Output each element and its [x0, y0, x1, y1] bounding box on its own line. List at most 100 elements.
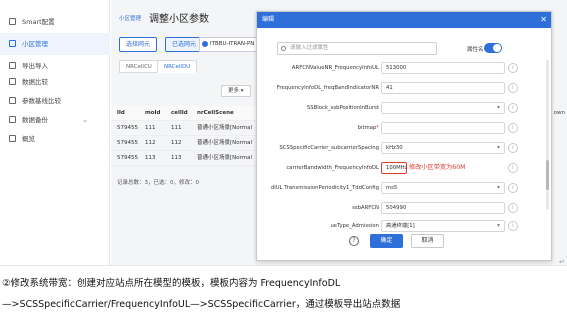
field-label: dlUL TransmissionPeriodicity1_TddConfig [270, 185, 379, 191]
field-label: ssbARFCN [352, 205, 379, 211]
field-row: dlUL TransmissionPeriodicity1_TddConfig … [257, 178, 551, 198]
table-cell: 普通小区场景[Normal [197, 155, 253, 161]
compare-icon [9, 78, 16, 85]
backup-icon [9, 116, 16, 123]
selected-ne-button[interactable]: 已选网元 [165, 37, 204, 52]
filter-input-placeholder: 请输入过滤属性 [290, 45, 329, 51]
table-header: lId moId cellId nrCellScene [111, 106, 271, 121]
field-input[interactable]: 41 [381, 82, 505, 94]
cancel-button[interactable]: 取消 [411, 234, 444, 248]
dialog-scrollbar[interactable] [546, 60, 549, 210]
sidebar-item-label: 概览 [22, 135, 35, 143]
ok-button[interactable]: 确定 [370, 234, 403, 248]
sidebar-item-cell-management[interactable]: 小区管理 [0, 33, 110, 55]
field-label: ueType_Admission [330, 223, 379, 229]
tab-nrcellcu[interactable]: NRCellCU [119, 60, 159, 73]
help-icon[interactable]: ? [349, 236, 359, 246]
table-footer-summary: 记录总数：3，已选：0，修改：0 [117, 180, 199, 186]
info-icon[interactable]: i [508, 163, 518, 173]
sidebar-item-label: 导出导入 [22, 62, 48, 70]
filter-input[interactable]: 请输入过滤属性 [277, 42, 437, 55]
info-icon[interactable]: i [508, 143, 518, 153]
field-input[interactable] [381, 122, 505, 134]
field-row: FrequencyInfoDL_freqBandIndicatorNR 41 i [257, 78, 551, 98]
field-select[interactable]: 高通终端[1] [381, 220, 505, 232]
field-row: ssbARFCN 504990 i [257, 198, 551, 218]
field-row-highlighted: carrierBandwidth_FrequencyInfoDL 100MHz[… [257, 158, 551, 178]
table-cell: 112 [145, 140, 156, 146]
field-row: SCSSpecificCarrier_subcarrierSpacing kHz… [257, 138, 551, 158]
dialog-title: 编辑 [262, 16, 275, 23]
table-row[interactable]: 579455 112 112 普通小区场景[Normal [111, 136, 271, 151]
field-row: ueType_Admission 高通终端[1] i [257, 216, 551, 236]
table-cell: 579455 [117, 125, 138, 131]
select-ne-button[interactable]: 选择网元 [119, 37, 158, 52]
field-row: SSBlock_ssbPositionInBurst i [257, 98, 551, 118]
info-icon[interactable]: i [508, 221, 518, 231]
dialog-header: 编辑 ✕ [257, 12, 551, 28]
field-input[interactable]: 504990 [381, 202, 505, 214]
field-input[interactable]: 513000 [381, 62, 505, 74]
field-label-text: bitmap [357, 125, 377, 131]
sort-by-name-toggle[interactable] [484, 43, 502, 53]
breadcrumb[interactable]: 小区管理 [119, 14, 141, 22]
chevron-down-icon: ▾ [240, 88, 244, 94]
field-label: carrierBandwidth_FrequencyInfoDL [286, 165, 379, 171]
column-header-right: own [553, 110, 565, 116]
info-icon[interactable]: i [508, 103, 518, 113]
sort-by-name-label: 属性名 [467, 47, 484, 53]
info-icon[interactable]: i [508, 123, 518, 133]
bandwidth-select[interactable]: 100MHz[100] [381, 162, 407, 174]
field-label: FrequencyInfoDL_freqBandIndicatorNR [276, 85, 379, 91]
field-select[interactable] [381, 102, 505, 114]
table-cell: 579455 [117, 155, 138, 161]
edit-dialog: 编辑 ✕ 请输入过滤属性 属性名 ARFCNValueNR_FrequencyI… [256, 11, 552, 261]
sidebar-item-label: Smart配置 [22, 18, 55, 26]
field-label: bitmap* [358, 118, 379, 138]
sidebar-item-label: 数据比较 [22, 78, 48, 86]
info-icon[interactable]: i [508, 63, 518, 73]
baseline-icon [9, 97, 16, 104]
column-header[interactable]: cellId [171, 106, 188, 121]
column-header[interactable]: moId [145, 106, 161, 121]
table-row[interactable]: 579455 111 111 普通小区场景[Normal [111, 121, 271, 136]
info-icon[interactable]: i [508, 203, 518, 213]
field-label: SCSSpecificCarrier_subcarrierSpacing [279, 145, 379, 151]
field-label: SSBlock_ssbPositionInBurst [306, 105, 379, 111]
table-cell: 普通小区场景[Normal [197, 140, 253, 146]
sidebar-item-smart-config[interactable]: Smart配置 [0, 11, 110, 33]
selected-ne-tag: ITBBU-ITRAN-PN [199, 37, 259, 52]
info-icon[interactable]: i [508, 83, 518, 93]
caption-line-2: —>SCSSpecificCarrier/FrequencyInfoUL—>SC… [2, 299, 401, 310]
red-annotation: 修改小区带宽为60M [409, 164, 466, 171]
info-icon [202, 41, 208, 47]
scrollbar-thumb[interactable] [546, 160, 549, 190]
field-label: ARFCNValueNR_FrequencyInfoUL [291, 65, 379, 71]
more-button[interactable]: 更多 ▾ [221, 85, 251, 97]
sidebar: Smart配置 小区管理 导出导入 数据比较 参数基线比较 数据备份 ⌄ 概览 [0, 0, 110, 265]
field-select[interactable]: ms5 [381, 182, 505, 194]
table-cell: 579455 [117, 140, 138, 146]
sidebar-item-label: 数据备份 [22, 116, 48, 124]
caption-line-1: ②修改系统带宽：创建对应站点所在模型的模板，模板内容为 FrequencyInf… [2, 278, 341, 289]
sidebar-item-overview[interactable]: 概览 [0, 128, 110, 150]
return-mark: ↵ [559, 258, 565, 266]
close-icon[interactable]: ✕ [540, 12, 547, 28]
overview-icon [9, 135, 16, 142]
cell-icon [9, 40, 16, 47]
table-cell: 普通小区场景[Normal [197, 125, 253, 131]
sidebar-item-label: 参数基线比较 [22, 97, 61, 105]
column-header[interactable]: lId [117, 106, 125, 121]
field-row: ARFCNValueNR_FrequencyInfoUL 513000 i [257, 58, 551, 78]
column-header[interactable]: nrCellScene [197, 106, 234, 121]
table-row[interactable]: 579455 113 113 普通小区场景[Normal [111, 151, 271, 166]
tab-nrcelldu[interactable]: NRCellDU [157, 60, 198, 73]
info-icon[interactable]: i [508, 183, 518, 193]
table-cell: 111 [171, 125, 182, 131]
table-cell: 113 [145, 155, 156, 161]
field-row: bitmap* i [257, 118, 551, 138]
more-button-label: 更多 [228, 88, 240, 94]
table-cell: 112 [171, 140, 182, 146]
sidebar-item-label: 小区管理 [22, 40, 48, 48]
field-select[interactable]: kHz30 [381, 142, 505, 154]
